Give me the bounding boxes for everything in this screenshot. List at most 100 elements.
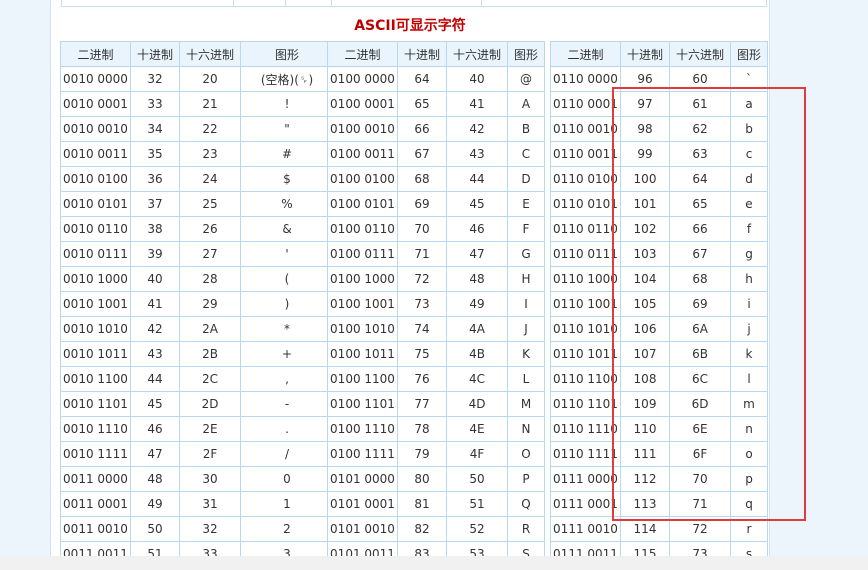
glyph-cell: @ — [507, 66, 545, 92]
binary-cell: 0010 1001 — [60, 291, 131, 317]
table-row: 0110 0001 97 61 a — [550, 91, 768, 117]
binary-cell: 0010 1101 — [60, 391, 131, 417]
glyph-cell: k — [730, 341, 768, 367]
column-header: 图形 — [507, 41, 545, 67]
table-row: 0101 0010 82 52 R — [327, 516, 545, 542]
binary-cell: 0100 1100 — [327, 366, 398, 392]
hex-cell: 20 — [179, 66, 241, 92]
glyph-cell: e — [730, 191, 768, 217]
binary-cell: 0100 1010 — [327, 316, 398, 342]
decimal-cell: 103 — [620, 241, 670, 267]
decimal-cell: 50 — [130, 516, 180, 542]
hex-cell: 2E — [179, 416, 241, 442]
hex-cell: 6A — [669, 316, 731, 342]
binary-cell: 0111 0000 — [550, 466, 621, 492]
decimal-cell: 107 — [620, 341, 670, 367]
decimal-cell: 74 — [397, 316, 447, 342]
glyph-cell: o — [730, 441, 768, 467]
hex-cell: 50 — [446, 466, 508, 492]
column-header: 十六进制 — [669, 41, 731, 67]
decimal-cell: 71 — [397, 241, 447, 267]
table-row: 0110 1110 110 6E n — [550, 416, 768, 442]
decimal-cell: 33 — [130, 91, 180, 117]
glyph-cell: n — [730, 416, 768, 442]
table-row: 0100 1000 72 48 H — [327, 266, 545, 292]
decimal-cell: 105 — [620, 291, 670, 317]
binary-cell: 0110 0111 — [550, 241, 621, 267]
binary-cell: 0111 0001 — [550, 491, 621, 517]
hex-cell: 4C — [446, 366, 508, 392]
decimal-cell: 108 — [620, 366, 670, 392]
table-row: 0100 0111 71 47 G — [327, 241, 545, 267]
table-row: 0010 0000 32 20 (空格)(␠) — [60, 66, 334, 92]
decimal-cell: 82 — [397, 516, 447, 542]
glyph-cell: H — [507, 266, 545, 292]
table-row: 0110 1010 106 6A j — [550, 316, 768, 342]
ascii-table-1: 二进制 十进制 十六进制 图形 0010 0000 32 20 (空格)(␠) 0010 000… — [60, 41, 334, 567]
glyph-cell: j — [730, 316, 768, 342]
glyph-cell: J — [507, 316, 545, 342]
ascii-table-2: 二进制 十进制 十六进制 图形 0100 0000 64 40 @0100 0001 65 41 A… — [327, 41, 545, 567]
glyph-cell: ( — [240, 266, 334, 292]
table-row: 0110 1111 111 6F o — [550, 441, 768, 467]
column-header: 十进制 — [397, 41, 447, 67]
glyph-cell: & — [240, 216, 334, 242]
glyph-cell: ) — [240, 291, 334, 317]
table-row: 0110 0010 98 62 b — [550, 116, 768, 142]
binary-cell: 0110 1100 — [550, 366, 621, 392]
hex-cell: 42 — [446, 116, 508, 142]
glyph-cell: $ — [240, 166, 334, 192]
decimal-cell: 77 — [397, 391, 447, 417]
binary-cell: 0100 0111 — [327, 241, 398, 267]
glyph-cell: 0 — [240, 466, 334, 492]
table-row: 0100 0101 69 45 E — [327, 191, 545, 217]
decimal-cell: 96 — [620, 66, 670, 92]
table-row: 0010 0101 37 25% — [60, 191, 334, 217]
table-row: 0100 1011 75 4B K — [327, 341, 545, 367]
decimal-cell: 109 — [620, 391, 670, 417]
decimal-cell: 69 — [397, 191, 447, 217]
table-row: 0110 0111 103 67 g — [550, 241, 768, 267]
hex-cell: 68 — [669, 266, 731, 292]
column-header: 十进制 — [130, 41, 180, 67]
glyph-cell: (空格)(␠) — [240, 66, 334, 92]
binary-cell: 0010 0001 — [60, 91, 131, 117]
binary-cell: 0010 1010 — [60, 316, 131, 342]
hex-cell: 31 — [179, 491, 241, 517]
glyph-cell: p — [730, 466, 768, 492]
binary-cell: 0010 0011 — [60, 141, 131, 167]
hex-cell: 51 — [446, 491, 508, 517]
glyph-cell: g — [730, 241, 768, 267]
hex-cell: 45 — [446, 191, 508, 217]
decimal-cell: 35 — [130, 141, 180, 167]
table-row: 0011 0000 48 30 0 — [60, 466, 334, 492]
glyph-cell: G — [507, 241, 545, 267]
hex-cell: 24 — [179, 166, 241, 192]
binary-cell: 0100 0000 — [327, 66, 398, 92]
binary-cell: 0010 1011 — [60, 341, 131, 367]
hex-cell: 63 — [669, 141, 731, 167]
decimal-cell: 98 — [620, 116, 670, 142]
decimal-cell: 113 — [620, 491, 670, 517]
column-header: 十六进制 — [179, 41, 241, 67]
hex-cell: 71 — [669, 491, 731, 517]
hex-cell: 62 — [669, 116, 731, 142]
binary-cell: 0110 1011 — [550, 341, 621, 367]
hex-cell: 61 — [669, 91, 731, 117]
section-title: ASCII可显示字符 — [354, 18, 466, 34]
binary-cell: 0011 0001 — [60, 491, 131, 517]
glyph-cell: P — [507, 466, 545, 492]
decimal-cell: 79 — [397, 441, 447, 467]
binary-cell: 0100 0110 — [327, 216, 398, 242]
glyph-cell: * — [240, 316, 334, 342]
table-row: 0110 1001 105 69 i — [550, 291, 768, 317]
glyph-cell: B — [507, 116, 545, 142]
glyph-cell: q — [730, 491, 768, 517]
glyph-cell: I — [507, 291, 545, 317]
hex-cell: 4F — [446, 441, 508, 467]
table-row: 0111 0010 114 72 r — [550, 516, 768, 542]
ascii-table-3: 二进制 十进制 十六进制 图形 0110 0000 96 60 ` 0110 0001 97 61 a… — [550, 41, 768, 567]
glyph-cell: C — [507, 141, 545, 167]
table-row: 0010 0100 36 24 $ — [60, 166, 334, 192]
table-header-row: 二进制 十进制 十六进制 图形 — [327, 41, 545, 67]
